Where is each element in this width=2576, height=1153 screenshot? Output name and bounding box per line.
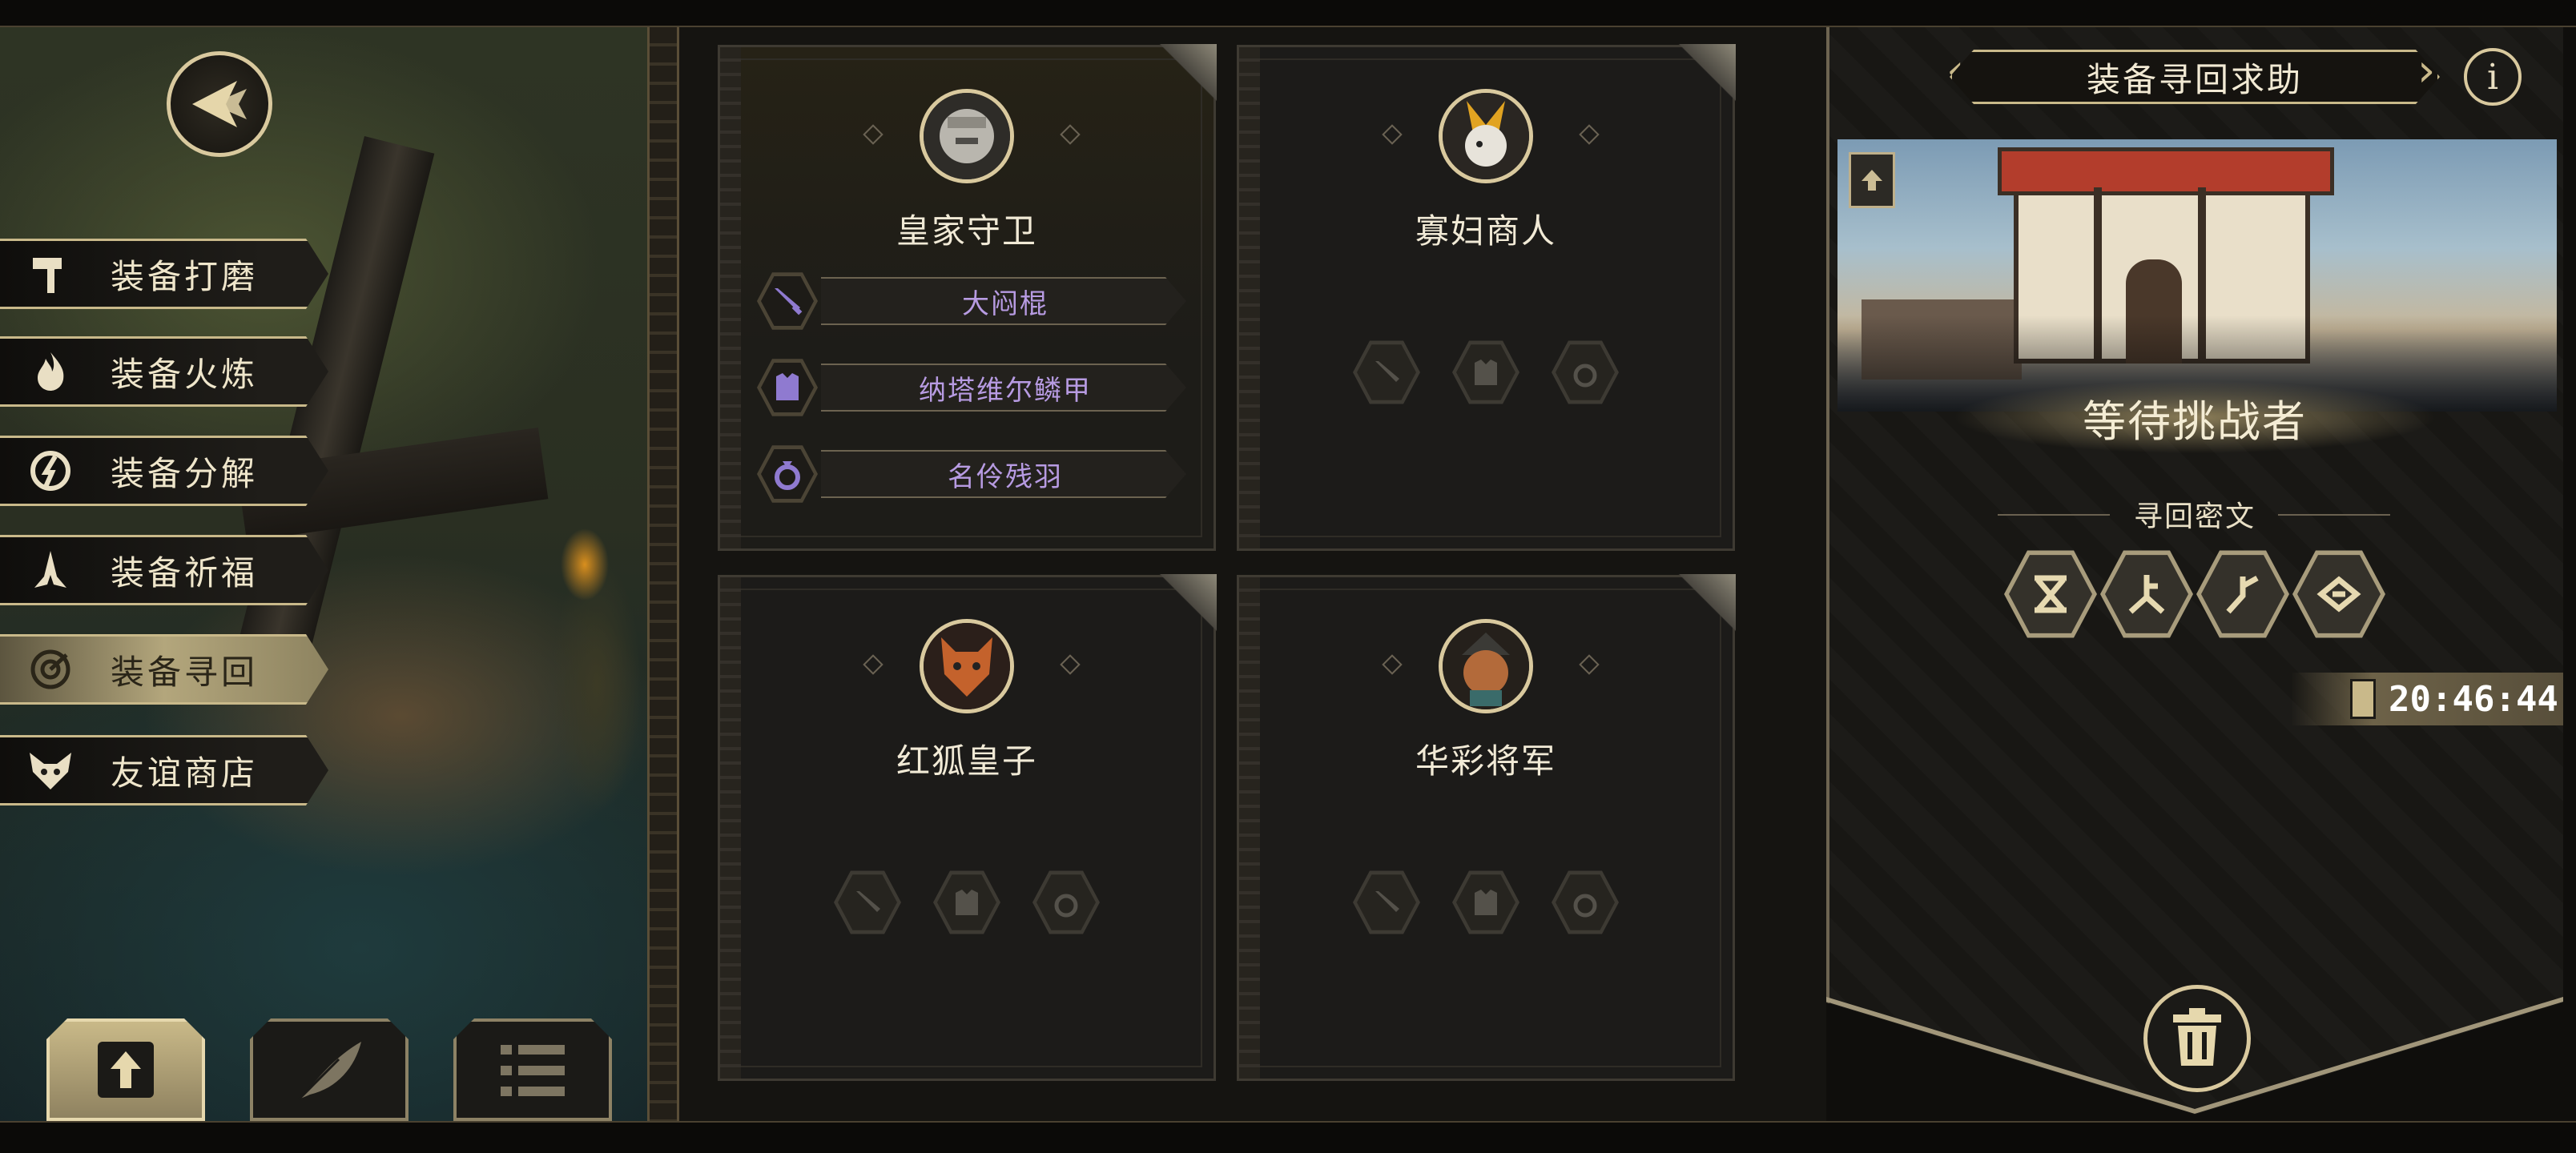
timer-text: 20:46:44	[2389, 678, 2558, 720]
hero-card-colorful-general[interactable]: 华彩将军	[1237, 574, 1736, 1081]
menu-item-pray[interactable]: 装备祈福	[0, 535, 328, 605]
upload-icon	[98, 1042, 154, 1098]
card-corner-ornament	[1137, 44, 1217, 124]
list-button[interactable]	[453, 1018, 612, 1121]
challenge-banner-image	[1837, 139, 2557, 412]
empty-weapon-slot[interactable]	[1353, 340, 1420, 404]
rune-3-icon	[2226, 575, 2259, 614]
equipment-slot-weapon[interactable]: 大闷棍	[757, 272, 1189, 330]
empty-armor-slot[interactable]	[1452, 340, 1519, 404]
upload-button[interactable]	[46, 1018, 205, 1121]
divider-line	[2278, 514, 2390, 516]
card-corner-ornament	[1137, 574, 1217, 654]
feather-icon	[297, 1042, 361, 1101]
hero-card-widow-merchant[interactable]: 寡妇商人	[1237, 44, 1736, 551]
ring-icon	[775, 461, 800, 490]
armor-icon	[956, 890, 978, 915]
empty-armor-slot[interactable]	[1452, 870, 1519, 934]
ring-icon	[1573, 894, 1597, 918]
empty-weapon-slot[interactable]	[834, 870, 901, 934]
equipment-name: 大闷棍	[821, 277, 1186, 325]
info-button[interactable]: i	[2464, 48, 2522, 106]
hero-portrait	[1439, 619, 1533, 713]
card-ornament	[720, 47, 741, 548]
trash-icon	[2173, 1008, 2221, 1066]
card-ornament	[1239, 47, 1260, 548]
status-label: 等待挑战者	[1954, 380, 2435, 455]
hero-card-royal-guard[interactable]: 皇家守卫 大闷棍 纳塔维尔鳞甲 名伶残羽	[718, 44, 1217, 551]
menu-item-label: 装备分解	[111, 453, 259, 493]
equipment-slots	[720, 869, 1214, 936]
top-frame	[0, 0, 2576, 27]
disassemble-icon	[22, 443, 78, 499]
armor-icon	[776, 373, 799, 400]
panel-title: 装备寻回求助	[1950, 50, 2440, 104]
feather-button[interactable]	[250, 1018, 409, 1121]
empty-ring-slot[interactable]	[1032, 870, 1100, 934]
hero-card-red-fox-prince[interactable]: 红狐皇子	[718, 574, 1217, 1081]
rune-2-icon	[2128, 575, 2165, 614]
menu-item-polish[interactable]: 装备打磨	[0, 239, 328, 309]
rune-1-icon	[2035, 575, 2067, 613]
empty-armor-slot[interactable]	[933, 870, 1000, 934]
hero-name: 华彩将军	[1415, 741, 1556, 781]
hero-name: 红狐皇子	[896, 741, 1037, 781]
back-button[interactable]	[167, 51, 272, 157]
flame-icon	[22, 343, 78, 400]
card-ornament	[720, 577, 741, 1079]
pray-icon	[22, 542, 78, 598]
empty-ring-slot[interactable]	[1552, 870, 1619, 934]
card-corner-ornament	[1656, 44, 1736, 124]
armor-icon	[1475, 360, 1497, 385]
menu-item-friend-shop[interactable]: 友谊商店	[0, 735, 328, 805]
menu-item-forge[interactable]: 装备火炼	[0, 336, 328, 407]
menu-item-retrieve[interactable]: 装备寻回	[0, 634, 328, 705]
menu-item-label: 友谊商店	[111, 753, 259, 793]
ring-icon	[1054, 894, 1078, 918]
menu-item-label: 装备火炼	[111, 354, 259, 394]
hero-name: 寡妇商人	[1415, 211, 1556, 251]
sword-icon	[1375, 891, 1399, 912]
hero-portrait	[1439, 89, 1533, 183]
list-icon	[501, 1045, 565, 1096]
empty-weapon-slot[interactable]	[1353, 870, 1420, 934]
target-icon	[22, 641, 78, 697]
countdown-timer: 20:46:44	[2291, 673, 2563, 725]
trash-button[interactable]	[2143, 985, 2251, 1092]
panel-divider	[647, 27, 679, 1121]
bottom-frame	[0, 1121, 2576, 1153]
rune-4-icon	[2316, 576, 2361, 613]
ring-icon	[1573, 364, 1597, 388]
hourglass-icon	[2350, 679, 2376, 719]
scene-feather	[561, 528, 609, 601]
upload-badge-icon[interactable]	[1849, 152, 1895, 208]
chevron-right-icon: ›	[2417, 45, 2436, 97]
card-corner-ornament	[1656, 574, 1736, 654]
sword-icon	[856, 891, 880, 912]
menu-item-label: 装备祈福	[111, 552, 259, 593]
empty-ring-slot[interactable]	[1552, 340, 1619, 404]
equipment-name: 纳塔维尔鳞甲	[821, 364, 1186, 412]
menu-item-disassemble[interactable]: 装备分解	[0, 436, 328, 506]
equipment-slot-ring[interactable]: 名伶残羽	[757, 445, 1189, 503]
sword-icon	[775, 288, 803, 315]
back-arrow-icon	[192, 81, 247, 127]
hero-portrait	[920, 89, 1014, 183]
equipment-slot-armor[interactable]: 纳塔维尔鳞甲	[757, 359, 1189, 416]
fox-icon	[22, 742, 78, 798]
equipment-name: 名伶残羽	[821, 450, 1186, 498]
hammer-icon	[22, 246, 78, 302]
menu-item-label: 装备打磨	[111, 256, 259, 296]
sword-icon	[1375, 361, 1399, 382]
equipment-slots	[1239, 869, 1733, 936]
card-ornament	[1239, 577, 1260, 1079]
hero-portrait	[920, 619, 1014, 713]
armor-icon	[1475, 890, 1497, 915]
menu-item-label: 装备寻回	[111, 652, 259, 692]
equipment-slots	[1239, 339, 1733, 406]
hero-name: 皇家守卫	[896, 211, 1037, 251]
